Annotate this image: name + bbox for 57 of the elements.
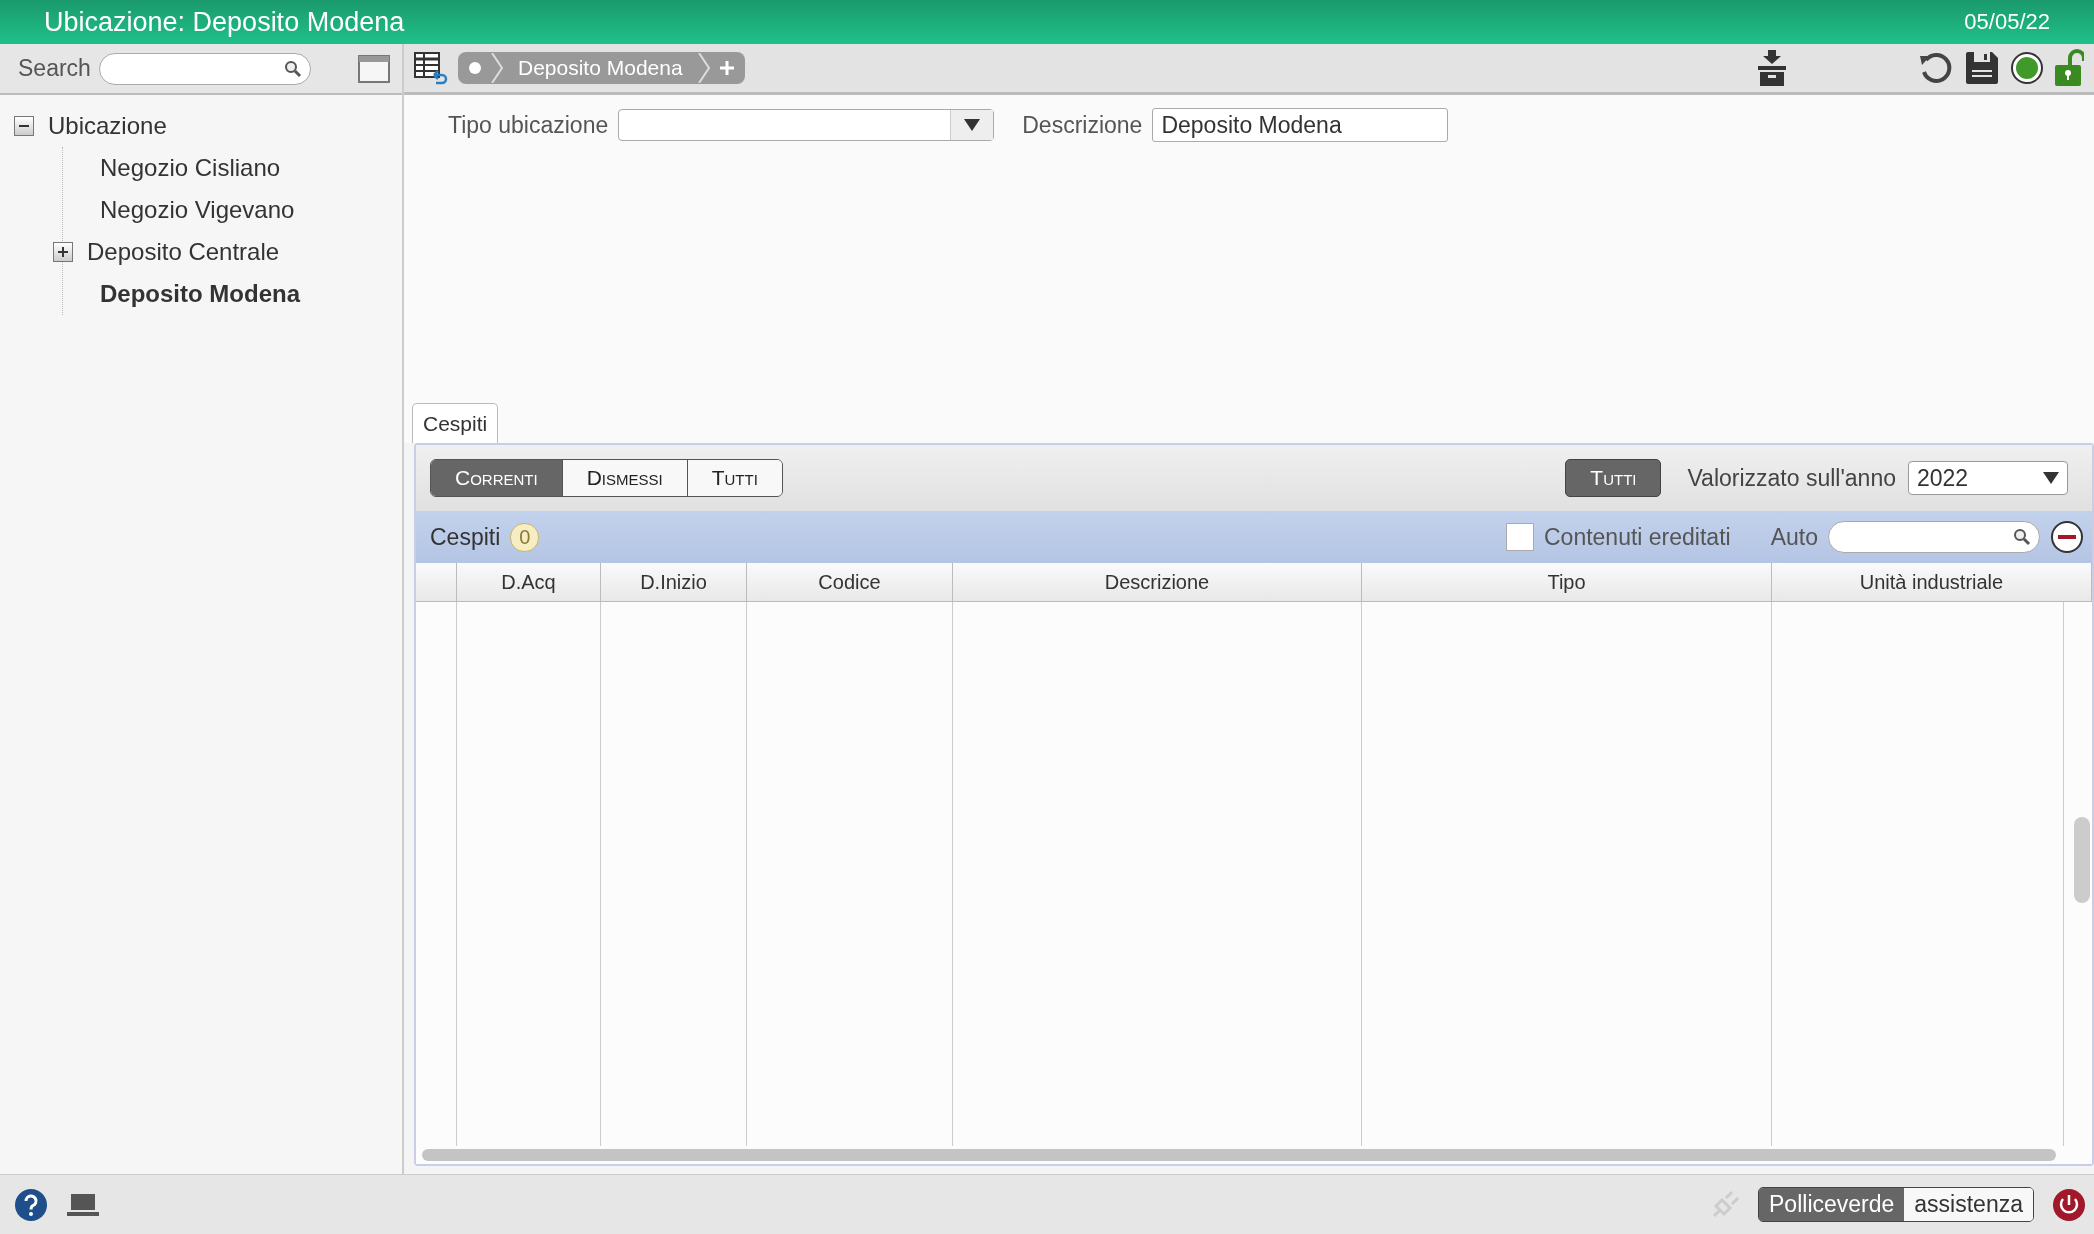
filter-button[interactable]: Correnti [431,460,563,496]
dropdown-arrow-icon [2043,472,2059,484]
search-field[interactable] [1828,521,2040,553]
year-dropdown[interactable]: 2022 [1908,461,2068,495]
home-dot-icon[interactable] [468,61,482,75]
checkbox-label: Contenuti ereditati [1544,523,1731,551]
search-field[interactable] [98,52,311,85]
scrollbar[interactable] [422,1149,2056,1161]
column-header[interactable]: Tipo [1547,570,1586,594]
date-label: 05/05/22 [1964,9,2050,35]
list-title: Cespiti [430,523,501,551]
collapse-icon[interactable] [14,116,34,136]
checkbox[interactable] [1506,523,1534,551]
laptop-icon[interactable] [66,1191,100,1218]
tree-item[interactable]: Deposito Modena [100,280,300,308]
company-label[interactable]: Polliceverde [1759,1188,1905,1221]
expand-icon[interactable] [53,242,73,262]
record-icon[interactable] [2010,51,2044,85]
field-label: Descrizione [1022,111,1143,139]
search-icon [283,59,302,78]
tree-item[interactable]: Negozio Vigevano [100,196,295,224]
column-header[interactable]: Unità industriale [1859,570,2004,594]
unlock-icon[interactable] [2054,49,2084,87]
help-icon[interactable] [14,1187,48,1222]
search-icon [2013,528,2031,546]
tree-item[interactable]: Ubicazione [48,112,167,140]
user-label[interactable]: assistenza [1904,1188,2033,1221]
window-title: Ubicazione: Deposito Modena [44,6,405,38]
search-label: Search [18,55,91,82]
power-icon[interactable] [2052,1187,2086,1222]
archive-down-icon[interactable] [1756,50,1788,86]
column-header[interactable]: Codice [818,570,881,594]
plug-icon [1710,1189,1741,1220]
save-icon[interactable] [1964,50,2000,86]
tab[interactable]: Cespiti [412,403,499,443]
auto-label: Auto [1770,523,1818,551]
chevron-icon [696,53,711,83]
filter-button[interactable]: Dismessi [562,460,688,496]
chevron-icon [490,53,504,83]
filter-button[interactable]: Tutti [687,460,782,496]
scrollbar[interactable] [2074,817,2090,903]
count-badge: 0 [510,522,540,552]
refresh-icon[interactable] [1918,50,1954,86]
column-header[interactable]: D.Acq [501,570,556,594]
tree-item[interactable]: Negozio Cisliano [100,154,281,182]
column-header[interactable]: Descrizione [1104,570,1210,594]
tree-item[interactable]: Deposito Centrale [87,238,280,266]
column-header[interactable]: D.Inizio [640,570,707,594]
toggle-button[interactable]: Tutti [1565,459,1662,497]
year-label: Valorizzato sull'anno [1687,464,1896,492]
remove-icon[interactable] [2050,520,2084,554]
window-icon[interactable] [358,54,390,83]
dropdown-arrow-icon [964,119,981,131]
table-undo-icon[interactable] [414,51,448,85]
description-field[interactable]: Deposito Modena [1152,108,1449,142]
field-label: Tipo ubicazione [448,111,609,139]
plus-icon[interactable] [718,60,735,76]
